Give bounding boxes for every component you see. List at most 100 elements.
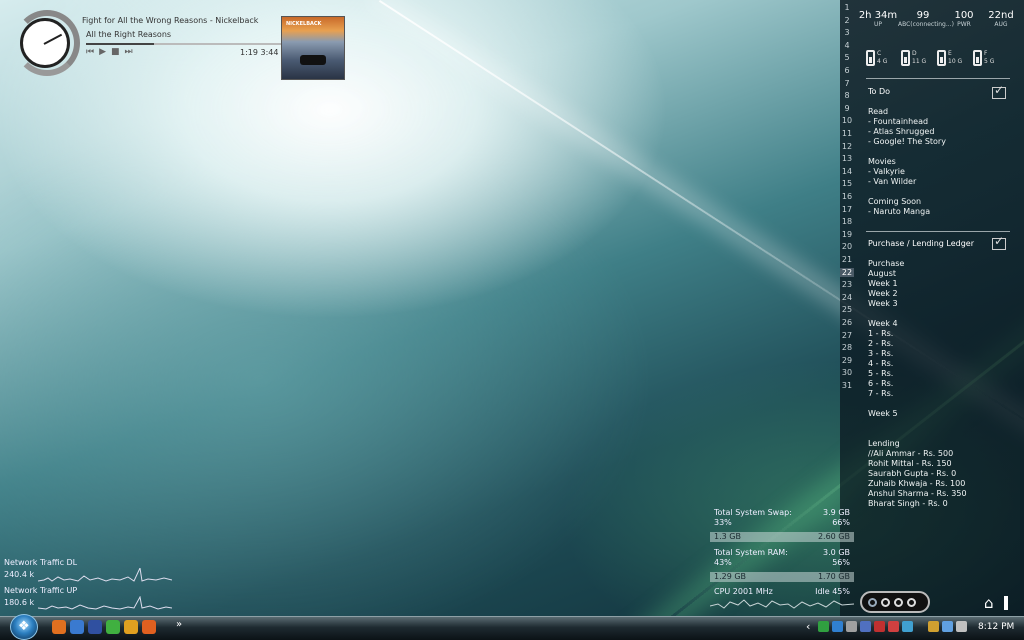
ie-icon[interactable]: [70, 620, 84, 634]
home-icon[interactable]: ⌂: [984, 594, 994, 612]
drive-e[interactable]: E 10 G: [937, 50, 967, 68]
desktop-icon[interactable]: [88, 620, 102, 634]
calendar-day[interactable]: 26: [840, 318, 854, 327]
calendar-day[interactable]: 20: [840, 242, 854, 251]
drive-f[interactable]: F 5 G: [973, 50, 1003, 68]
desktop-pager[interactable]: [860, 591, 930, 613]
album-art[interactable]: NICKELBACK: [281, 16, 345, 80]
tray-expand-icon[interactable]: ‹: [806, 620, 810, 633]
tray-app-icon[interactable]: [902, 621, 913, 632]
calendar-day[interactable]: 25: [840, 305, 854, 314]
track-title: Fight for All the Wrong Reasons - Nickel…: [82, 16, 259, 25]
drive-free-space: 11 G: [912, 58, 927, 65]
system-stats-widget: Total System Swap: 3.9 GB 33% 66% 1.3 GB 2.…: [710, 508, 854, 597]
calendar-day[interactable]: 14: [840, 167, 854, 176]
stop-icon[interactable]: ■: [111, 47, 121, 57]
track-progress-fill: [86, 43, 155, 45]
calendar-day[interactable]: 23: [840, 280, 854, 289]
calendar-day[interactable]: 21: [840, 255, 854, 264]
stat-value: 99: [916, 10, 930, 21]
swap-free: 2.60 GB: [817, 532, 850, 541]
ram-total: 3.0 GB: [823, 548, 850, 557]
previous-track-icon[interactable]: ⏮: [86, 47, 95, 57]
bar-icon[interactable]: [1004, 596, 1008, 610]
network-tray-icon[interactable]: [928, 621, 939, 632]
tray-app-icon[interactable]: [846, 621, 857, 632]
stat-label: ABC(connecting...): [898, 21, 954, 28]
pager-pin-icon[interactable]: [868, 597, 877, 607]
cpu-graph-line: [710, 599, 854, 609]
tray-app-icon[interactable]: [860, 621, 871, 632]
ledger-list: Purchase August Week 1 Week 2 Week 3 Wee…: [868, 259, 967, 508]
date-stat: 22nd AUG: [984, 10, 1018, 28]
h-app-icon[interactable]: [106, 620, 120, 634]
calendar-day[interactable]: 2: [840, 16, 854, 25]
calendar-day[interactable]: 13: [840, 154, 854, 163]
taskbar-clock[interactable]: 8:12 PM: [978, 622, 1014, 632]
swap-pct-used: 33%: [714, 518, 732, 527]
calendar-day[interactable]: 1: [840, 3, 854, 12]
next-track-icon[interactable]: ⏭: [125, 47, 134, 57]
calendar-day[interactable]: 10: [840, 116, 854, 125]
calendar-day-column: 1 2 3 4 5 6 7 8 9 10 11 12 13 14 15 16 17 18 19 20 21 22 23 24 2…: [840, 0, 854, 400]
calendar-day[interactable]: 28: [840, 343, 854, 352]
drive-d[interactable]: D 11 G: [901, 50, 931, 68]
drive-letter: D: [912, 50, 917, 57]
firefox-icon[interactable]: [52, 620, 66, 634]
calendar-day[interactable]: 17: [840, 205, 854, 214]
cpu-usage-graph: [710, 599, 854, 609]
pager-desktop-2[interactable]: [894, 597, 903, 607]
drive-letter: F: [984, 50, 988, 57]
quicklaunch-more-icon[interactable]: »: [176, 619, 182, 630]
calendar-day[interactable]: 22: [840, 267, 854, 277]
calendar-day[interactable]: 30: [840, 368, 854, 377]
calendar-day[interactable]: 8: [840, 91, 854, 100]
calendar-day[interactable]: 16: [840, 192, 854, 201]
swap-pct-free: 66%: [832, 518, 850, 527]
calendar-day[interactable]: 11: [840, 129, 854, 138]
upload-graph: [38, 596, 172, 610]
monitor-tray-icon[interactable]: [942, 621, 953, 632]
ram-free: 1.70 GB: [817, 572, 850, 581]
calendar-day[interactable]: 27: [840, 331, 854, 340]
calendar-day[interactable]: 19: [840, 230, 854, 239]
calendar-day[interactable]: 5: [840, 53, 854, 62]
calendar-day[interactable]: 31: [840, 381, 854, 390]
calendar-day[interactable]: 24: [840, 293, 854, 302]
music-player-widget[interactable]: Fight for All the Wrong Reasons - Nickel…: [14, 10, 349, 82]
calendar-day[interactable]: 29: [840, 356, 854, 365]
checkbox-icon[interactable]: [992, 83, 1006, 99]
pager-desktop-1[interactable]: [881, 597, 890, 607]
track-progress-bar[interactable]: [86, 43, 281, 45]
calendar-day[interactable]: 6: [840, 66, 854, 75]
divider: [866, 78, 1010, 79]
drive-c[interactable]: C 4 G: [866, 50, 896, 68]
start-button[interactable]: [10, 614, 38, 640]
calendar-day[interactable]: 4: [840, 41, 854, 50]
ledger-title: Purchase / Lending Ledger: [868, 239, 975, 248]
hard-drive-icon: [937, 50, 946, 66]
tray-app-icon[interactable]: [818, 621, 829, 632]
checkbox-icon[interactable]: [992, 234, 1006, 250]
tray-app-icon[interactable]: [888, 621, 899, 632]
calendar-day[interactable]: 12: [840, 142, 854, 151]
calendar-day[interactable]: 3: [840, 28, 854, 37]
calendar-day[interactable]: 7: [840, 79, 854, 88]
drive-free-space: 5 G: [984, 58, 995, 65]
play-icon[interactable]: ▶: [99, 47, 107, 57]
calendar-day[interactable]: 9: [840, 104, 854, 113]
tray-app-icon[interactable]: [832, 621, 843, 632]
drive-free-space: 10 G: [948, 58, 963, 65]
download-value: 240.4 k: [4, 570, 35, 579]
hard-drive-icon: [866, 50, 875, 66]
stat-value: 2h 34m: [858, 10, 898, 21]
pager-desktop-3[interactable]: [907, 597, 916, 607]
volume-icon[interactable]: [956, 621, 967, 632]
hard-drive-icon: [901, 50, 910, 66]
calendar-day[interactable]: 18: [840, 217, 854, 226]
tray-app-icon[interactable]: [874, 621, 885, 632]
swap-total: 3.9 GB: [823, 508, 850, 517]
calendar-day[interactable]: 15: [840, 179, 854, 188]
x-app-icon[interactable]: [142, 620, 156, 634]
media-player-icon[interactable]: [124, 620, 138, 634]
